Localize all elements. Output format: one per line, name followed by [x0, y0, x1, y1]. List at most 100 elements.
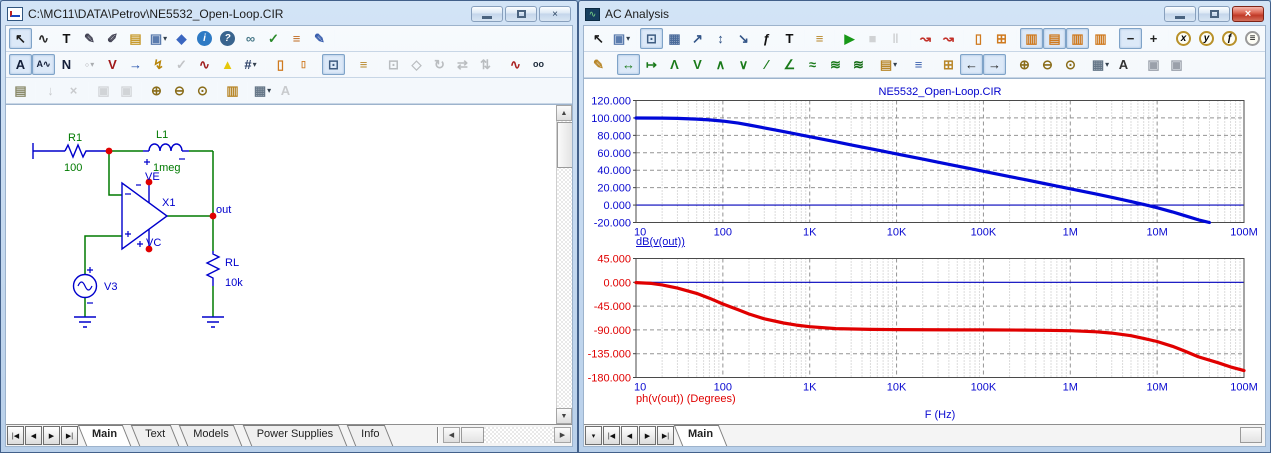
page-nav-button-3[interactable]: ▶| [61, 426, 78, 445]
state-variables-button[interactable]: ⊞ [937, 54, 960, 75]
checklist-tool[interactable]: ✓ [262, 28, 285, 49]
page-nav-button-4[interactable]: ▶| [657, 426, 674, 445]
schematic-canvas[interactable]: R1 100 L1 1meg VE VC X1 out V3 RL 10k [6, 105, 560, 424]
hscroll-thumb[interactable] [461, 427, 484, 443]
bus-tool[interactable]: ▤ [124, 28, 147, 49]
page-nav-button-1[interactable]: |◀ [603, 426, 620, 445]
current-display-toggle[interactable]: → [124, 54, 147, 75]
wire-text-toggle[interactable]: A∿ [32, 54, 55, 75]
next-point-button[interactable]: ↦ [640, 54, 663, 75]
scroll-down-button[interactable]: ▼ [556, 408, 572, 424]
hscroll-thumb[interactable] [1240, 427, 1262, 443]
condition-display-toggle[interactable]: ✓ [170, 54, 193, 75]
send-to-back-button[interactable]: ▣ [115, 80, 138, 101]
select-border-mode[interactable]: ⊡ [322, 54, 345, 75]
font-button[interactable]: A [1112, 54, 1135, 75]
tab-main[interactable]: Main [78, 425, 131, 446]
hscroll-track[interactable] [484, 427, 554, 443]
properties-button[interactable]: ≡ [808, 28, 831, 49]
select-tool[interactable]: ↖ [587, 28, 610, 49]
zoom-out-button[interactable]: ⊖ [168, 80, 191, 101]
tile-windows-button[interactable]: ▦ ▾ [251, 80, 274, 101]
attributes-dialog-tool[interactable]: ≡ [352, 54, 375, 75]
inflection-button[interactable]: ∠ [778, 54, 801, 75]
curve-step-button[interactable]: ↝ [937, 28, 960, 49]
component-menu-button[interactable]: ▣ ▾ [610, 28, 633, 49]
close-button[interactable]: × [1232, 6, 1264, 22]
zoom-diagonal-button[interactable]: ↗ [686, 28, 709, 49]
edit-button[interactable]: ✎ [587, 54, 610, 75]
zoom-in-button[interactable]: ⊕ [145, 80, 168, 101]
page-nav-button-2[interactable]: ◀ [621, 426, 638, 445]
vertical-scroll-thumb[interactable] [557, 122, 572, 168]
title-block-toggle[interactable]: ▯ [292, 54, 315, 75]
page-nav-button-1[interactable]: ◀ [25, 426, 42, 445]
find-waveform-tool[interactable]: ∿ [504, 54, 527, 75]
close-button[interactable]: × [539, 6, 571, 22]
panel-stripe-center-button[interactable]: ▥ [1066, 28, 1089, 49]
high-button[interactable]: ∧ [709, 54, 732, 75]
node-voltages-toggle[interactable]: ◦ ▾ [78, 54, 101, 75]
fx-settings-button[interactable]: ƒ [1218, 28, 1241, 49]
low-button[interactable]: ∨ [732, 54, 755, 75]
wire-mode-tool[interactable]: ∿ [32, 28, 55, 49]
flag-tool[interactable]: ◆ [170, 28, 193, 49]
crosshair-cursor-button[interactable]: + [1142, 28, 1165, 49]
link-tool[interactable]: ∞ [239, 28, 262, 49]
step-down-button[interactable]: ↓ [39, 80, 62, 101]
text-button[interactable]: T [778, 28, 801, 49]
point-to-point-tool[interactable]: ✐ [101, 28, 124, 49]
horizontal-cursor-button[interactable]: − [1119, 28, 1142, 49]
attribute-text-toggle[interactable]: A [9, 54, 32, 75]
bring-to-front-button[interactable]: ▣ [92, 80, 115, 101]
tile-button[interactable]: ▦ ▾ [1089, 54, 1112, 75]
graph-pan-button[interactable]: ▦ [663, 28, 686, 49]
pause-button[interactable]: ‖ [884, 28, 907, 49]
minimize-button[interactable] [1164, 6, 1196, 22]
analysis-titlebar[interactable]: ∿ AC Analysis × [583, 3, 1266, 25]
power-display-toggle[interactable]: ↯ [147, 54, 170, 75]
slope-warning-toggle[interactable]: ▲ [216, 54, 239, 75]
page-nav-button-3[interactable]: ▶ [639, 426, 656, 445]
cursor-mode-button[interactable]: ↔ [617, 54, 640, 75]
zoom-text-button[interactable]: ≡ [1241, 28, 1264, 49]
tab-models[interactable]: Models [179, 425, 242, 446]
page-nav-button-0[interactable]: ▾ [585, 426, 602, 445]
ruler-box-button[interactable]: ▯ [967, 28, 990, 49]
data-points-button[interactable]: ↝ [914, 28, 937, 49]
slope-button[interactable]: ⁄ [755, 54, 778, 75]
fx-scale-button[interactable]: ƒ [755, 28, 778, 49]
gain-plot[interactable]: 120.000 100.000 80.000 60.000 40.000 20.000 0.… [586, 97, 1264, 249]
numeric-output-button[interactable]: ≡ [907, 54, 930, 75]
grid-toggle[interactable]: # ▾ [239, 54, 262, 75]
pin-connections-toggle[interactable]: ∿ [193, 54, 216, 75]
gain-curve-label[interactable]: dB(v(out)) [636, 236, 685, 248]
run-button[interactable]: ▶ [838, 28, 861, 49]
voltage-display-toggle[interactable]: V [101, 54, 124, 75]
info-page-button[interactable]: ▤ [9, 80, 32, 101]
data-labels-button[interactable]: ⊞ [990, 28, 1013, 49]
global-low-button[interactable]: ≋ [824, 54, 847, 75]
hscroll-right-button[interactable]: ▶ [554, 427, 571, 443]
component-select-tool[interactable]: ▣ ▾ [147, 28, 170, 49]
tab-power-supplies[interactable]: Power Supplies [243, 425, 347, 446]
select-tool[interactable]: ↖ [9, 28, 32, 49]
stop-button[interactable]: ■ [861, 28, 884, 49]
node-numbers-toggle[interactable]: N [55, 54, 78, 75]
schematic-titlebar[interactable]: C:\MC11\DATA\Petrov\NE5532_Open-Loop.CIR… [5, 3, 573, 25]
zoom-in-button[interactable]: ⊕ [1013, 54, 1036, 75]
send-back-button[interactable]: ▣ [1165, 54, 1188, 75]
flip-horizontal-tool[interactable]: ⇄ [451, 54, 474, 75]
valley-button[interactable]: V [686, 54, 709, 75]
phase-curve-label[interactable]: ph(v(out)) (Degrees) [636, 393, 736, 405]
global-high-button[interactable]: ≈ [801, 54, 824, 75]
x-axis-settings-button[interactable]: x [1172, 28, 1195, 49]
phase-plot[interactable]: 45.000 0.000 -45.000 -90.000 -135.000 -180.00… [586, 250, 1264, 404]
y-axis-settings-button[interactable]: y [1195, 28, 1218, 49]
bring-front-button[interactable]: ▣ [1142, 54, 1165, 75]
polygon-tool[interactable]: ◇ [405, 54, 428, 75]
graphics-line-tool[interactable]: ✎ [78, 28, 101, 49]
scale-mode-button[interactable]: ⊡ [640, 28, 663, 49]
annotate-sheet-tool[interactable]: ✎ [308, 28, 331, 49]
tab-main[interactable]: Main [674, 425, 727, 446]
